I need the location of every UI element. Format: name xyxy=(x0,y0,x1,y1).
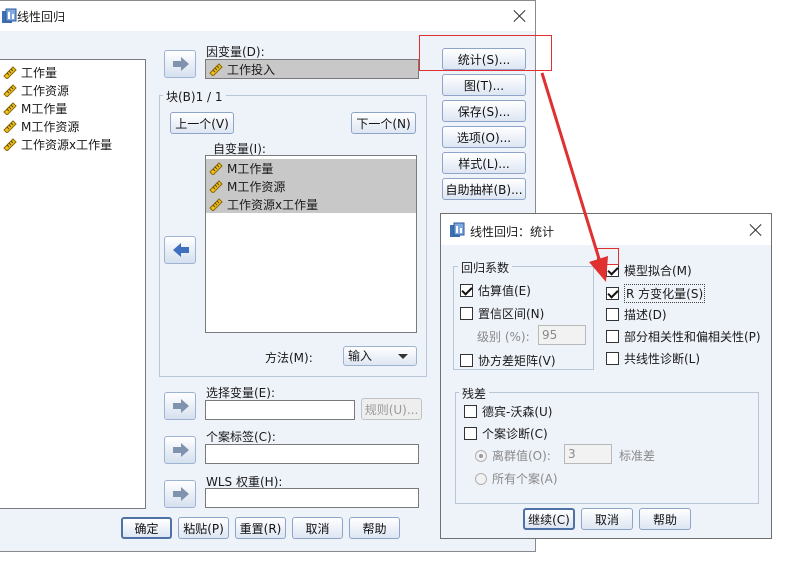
highlight-box-r-squared-change xyxy=(597,248,619,265)
annotation-arrow-icon xyxy=(540,72,608,282)
